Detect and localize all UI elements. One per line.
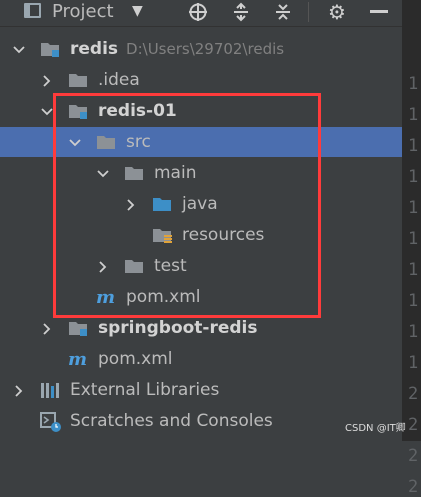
module-folder-icon: [68, 102, 88, 120]
settings-icon[interactable]: ⚙: [326, 0, 348, 24]
module-folder-icon: [68, 319, 88, 337]
line-number: 2: [408, 415, 419, 435]
chevron-right-icon[interactable]: [40, 321, 54, 335]
tree-item-resources[interactable]: resources: [0, 220, 402, 250]
line-number: 1: [408, 74, 419, 94]
tree-item-label: pom.xml: [98, 347, 173, 371]
source-folder-icon: [152, 195, 172, 213]
folder-icon: [68, 71, 88, 89]
line-number: 1: [408, 322, 419, 342]
tree-item-redis[interactable]: redis D:\Users\29702\redis: [0, 34, 402, 64]
line-number: 1: [408, 198, 419, 218]
line-number: 1: [408, 136, 419, 156]
tree-item-text: pom.xml: [98, 349, 173, 369]
tree-item-springboot-redis[interactable]: springboot-redis: [0, 313, 402, 343]
chevron-right-icon[interactable]: [96, 259, 110, 273]
line-number: 2: [408, 384, 419, 404]
tree-item-text: main: [154, 163, 197, 183]
line-number: 1: [408, 105, 419, 125]
tree-item-label: resources: [182, 223, 264, 247]
tree-item-label: redis-01: [98, 99, 177, 123]
chevron-right-icon[interactable]: [124, 197, 138, 211]
chevron-right-icon[interactable]: [12, 383, 26, 397]
scratches-icon: [40, 412, 61, 432]
tree-item-external-libraries[interactable]: External Libraries: [0, 375, 402, 405]
collapse-all-icon[interactable]: [272, 0, 294, 24]
chevron-down-icon[interactable]: [68, 135, 82, 149]
line-number: 2: [408, 446, 419, 466]
folder-icon: [124, 257, 144, 275]
tree-item-text: src: [126, 132, 151, 152]
tree-item-label: External Libraries: [70, 378, 219, 402]
tree-item-idea[interactable]: .idea: [0, 65, 402, 95]
line-number: 1: [408, 229, 419, 249]
toolbar-separator: [308, 2, 309, 22]
line-number: 1: [408, 353, 419, 373]
svg-text:m: m: [68, 350, 87, 368]
tree-item-pom-redis[interactable]: m pom.xml: [0, 344, 402, 374]
tree-item-src[interactable]: src: [0, 127, 402, 157]
tree-item-label: src: [126, 130, 151, 154]
line-number: 1: [408, 291, 419, 311]
tree-item-label: test: [154, 254, 187, 278]
locate-icon[interactable]: [186, 0, 210, 24]
tree-item-text: redis-01: [98, 101, 177, 121]
tree-item-label: Scratches and Consoles: [70, 409, 273, 433]
maven-icon: m: [96, 287, 116, 308]
folder-icon: [96, 133, 116, 151]
chevron-down-icon[interactable]: [96, 166, 110, 180]
chevron-right-icon[interactable]: [40, 73, 54, 87]
resources-folder-icon: [152, 226, 172, 244]
maven-icon: m: [68, 349, 88, 370]
tree-item-text: java: [182, 194, 218, 214]
tree-item-main[interactable]: main: [0, 158, 402, 188]
line-number: 2: [408, 477, 419, 497]
tree-item-test[interactable]: test: [0, 251, 402, 281]
project-toolbar: Project ▼ ⚙: [0, 0, 402, 27]
expand-all-icon[interactable]: [230, 0, 252, 24]
hide-icon[interactable]: [368, 0, 390, 24]
tree-item-text: springboot-redis: [98, 318, 258, 338]
tree-item-text: resources: [182, 225, 265, 245]
folder-icon: [124, 164, 144, 182]
tree-item-java[interactable]: java: [0, 189, 402, 219]
tree-item-text: Scratches and Consoles: [70, 411, 273, 431]
watermark: CSDN @IT卿: [345, 423, 406, 434]
toolbar-title[interactable]: Project: [52, 0, 114, 24]
svg-text:m: m: [96, 288, 115, 306]
tree-item-text: test: [154, 256, 187, 276]
tree-item-redis-01[interactable]: redis-01: [0, 96, 402, 126]
tree-item-label: .idea: [98, 68, 140, 92]
line-number: 1: [408, 167, 419, 187]
chevron-down-icon[interactable]: [12, 42, 26, 56]
project-window-icon[interactable]: [24, 3, 41, 18]
tree-item-text: pom.xml: [126, 287, 201, 307]
line-number: 1: [408, 260, 419, 280]
tree-item-label: pom.xml: [126, 285, 201, 309]
tree-item-label: redis D:\Users\29702\redis: [70, 37, 284, 61]
module-folder-icon: [40, 40, 60, 58]
tree-item-label: java: [182, 192, 218, 216]
chevron-down-icon[interactable]: [40, 104, 54, 118]
editor-gutter: [402, 0, 421, 441]
tree-item-path: D:\Users\29702\redis: [126, 40, 285, 58]
libraries-icon: [40, 381, 60, 399]
dropdown-arrow-icon[interactable]: ▼: [132, 3, 143, 19]
tree-item-label: main: [154, 161, 196, 185]
tree-item-text: redis: [70, 39, 119, 59]
tree-item-scratches[interactable]: Scratches and Consoles: [0, 406, 402, 436]
tree-item-label: springboot-redis: [98, 316, 258, 340]
tree-item-text: External Libraries: [70, 380, 220, 400]
tree-item-pom-redis-01[interactable]: m pom.xml: [0, 282, 402, 312]
tree-item-text: .idea: [98, 70, 140, 90]
